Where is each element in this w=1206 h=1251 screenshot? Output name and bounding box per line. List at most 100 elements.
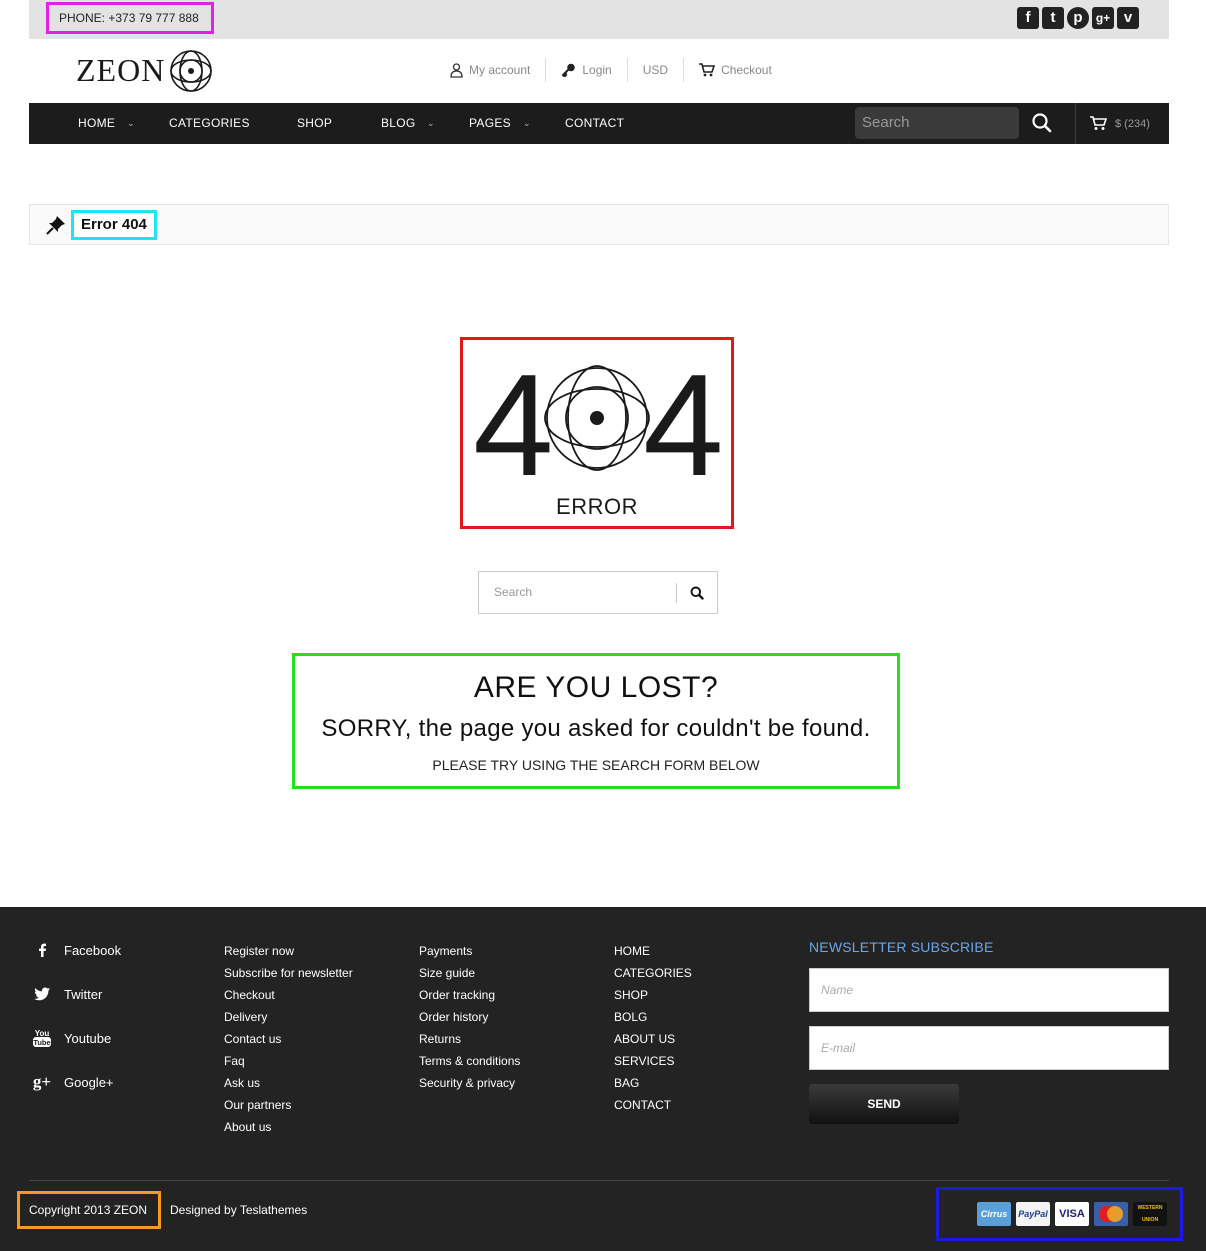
footer-link[interactable]: SHOP bbox=[614, 984, 692, 1006]
cirrus-icon: Cirrus bbox=[977, 1202, 1011, 1226]
lost-subtitle: SORRY, the page you asked for couldn't b… bbox=[321, 715, 871, 742]
top-bar: PHONE: +373 79 777 888 f t p g+ v bbox=[29, 0, 1169, 39]
footer-link[interactable]: SERVICES bbox=[614, 1050, 692, 1072]
nav-cart[interactable]: $ (234) bbox=[1090, 103, 1150, 144]
checkout-label: Checkout bbox=[721, 63, 772, 77]
facebook-icon bbox=[32, 940, 52, 960]
main-nav: HOME ⌄ CATEGORIES SHOP BLOG ⌄ PAGES ⌄ CO… bbox=[29, 103, 1169, 144]
footer-link[interactable]: Security & privacy bbox=[419, 1072, 520, 1094]
footer-link[interactable]: Order history bbox=[419, 1006, 520, 1028]
google-plus-icon[interactable]: g+ bbox=[1092, 7, 1114, 29]
cart-icon bbox=[1090, 116, 1107, 130]
footer-link[interactable]: ABOUT US bbox=[614, 1028, 692, 1050]
footer-link[interactable]: Subscribe for newsletter bbox=[224, 962, 353, 984]
lost-message: ARE YOU LOST? SORRY, the page you asked … bbox=[292, 653, 900, 789]
cart-total: $ (234) bbox=[1115, 117, 1150, 130]
footer-link[interactable]: Our partners bbox=[224, 1094, 353, 1116]
header-links: My account Login USD Checkout bbox=[450, 58, 787, 82]
logo-icon[interactable] bbox=[169, 49, 213, 93]
footer-link[interactable]: CATEGORIES bbox=[614, 962, 692, 984]
svg-text:You: You bbox=[35, 1029, 50, 1038]
footer-col-orders: Payments Size guide Order tracking Order… bbox=[419, 940, 520, 1094]
footer-link[interactable]: Faq bbox=[224, 1050, 353, 1072]
footer-link[interactable]: Register now bbox=[224, 940, 353, 962]
my-account-label: My account bbox=[469, 63, 531, 77]
tumblr-icon[interactable]: t bbox=[1042, 7, 1064, 29]
facebook-icon[interactable]: f bbox=[1017, 7, 1039, 29]
nav-item-blog[interactable]: BLOG bbox=[381, 103, 416, 144]
error-label: ERROR bbox=[556, 494, 638, 519]
search-icon[interactable] bbox=[690, 586, 704, 600]
footer-link[interactable]: Size guide bbox=[419, 962, 520, 984]
footer-social-label: Twitter bbox=[64, 986, 103, 1002]
footer-link[interactable]: HOME bbox=[614, 940, 692, 962]
footer-link[interactable]: Payments bbox=[419, 940, 520, 962]
footer-social-label: Youtube bbox=[64, 1030, 112, 1046]
breadcrumb: Error 404 bbox=[29, 204, 1169, 245]
nav-item-shop[interactable]: SHOP bbox=[297, 103, 332, 144]
checkout-link[interactable]: Checkout bbox=[684, 58, 787, 82]
youtube-icon: You Tube bbox=[32, 1028, 52, 1048]
phone-number: PHONE: +373 79 777 888 bbox=[46, 2, 214, 34]
error-graphic: 4 4 ERROR bbox=[460, 337, 734, 529]
user-icon bbox=[450, 62, 463, 78]
footer-link[interactable]: Order tracking bbox=[419, 984, 520, 1006]
cart-icon bbox=[699, 63, 716, 77]
search-icon[interactable] bbox=[1031, 112, 1053, 134]
nav-item-categories[interactable]: CATEGORIES bbox=[169, 103, 250, 144]
currency-label: USD bbox=[642, 63, 669, 77]
nav-item-pages[interactable]: PAGES bbox=[469, 103, 511, 144]
search-form: Search bbox=[478, 571, 718, 614]
nav-item-contact[interactable]: CONTACT bbox=[565, 103, 624, 144]
newsletter-email-field[interactable]: E-mail bbox=[809, 1026, 1169, 1070]
footer-link[interactable]: BOLG bbox=[614, 1006, 692, 1028]
pinterest-icon[interactable]: p bbox=[1067, 7, 1089, 29]
chevron-down-icon: ⌄ bbox=[427, 118, 435, 128]
vimeo-icon[interactable]: v bbox=[1117, 7, 1139, 29]
chevron-down-icon: ⌄ bbox=[523, 118, 531, 128]
paypal-icon: PayPal bbox=[1016, 1202, 1050, 1226]
mastercard-icon bbox=[1094, 1202, 1128, 1226]
footer-link[interactable]: Contact us bbox=[224, 1028, 353, 1050]
footer-col-menu: HOME CATEGORIES SHOP BOLG ABOUT US SERVI… bbox=[614, 940, 692, 1116]
footer-link[interactable]: Ask us bbox=[224, 1072, 353, 1094]
footer-link[interactable]: Terms & conditions bbox=[419, 1050, 520, 1072]
twitter-icon bbox=[32, 984, 52, 1004]
nav-search-input[interactable]: Search bbox=[855, 107, 1019, 139]
footer-link[interactable]: CONTACT bbox=[614, 1094, 692, 1116]
footer-divider bbox=[29, 1180, 1169, 1181]
login-label: Login bbox=[582, 63, 612, 77]
my-account-link[interactable]: My account bbox=[450, 58, 547, 82]
footer-youtube-link[interactable]: You Tube Youtube bbox=[32, 1028, 111, 1048]
footer-google-plus-link[interactable]: g+ Google+ bbox=[32, 1072, 114, 1092]
login-link[interactable]: Login bbox=[546, 58, 628, 82]
currency-selector[interactable]: USD bbox=[628, 58, 685, 82]
footer-link[interactable]: Returns bbox=[419, 1028, 520, 1050]
copyright: Copyright 2013 ZEON bbox=[17, 1191, 161, 1229]
newsletter-send-button[interactable]: SEND bbox=[809, 1084, 959, 1124]
footer-link[interactable]: Checkout bbox=[224, 984, 353, 1006]
western-union-icon: WESTERN UNION bbox=[1133, 1202, 1167, 1226]
footer-link[interactable]: Delivery bbox=[224, 1006, 353, 1028]
error-digit-right: 4 bbox=[643, 344, 724, 490]
footer-twitter-link[interactable]: Twitter bbox=[32, 984, 102, 1004]
lost-hint: PLEASE TRY USING THE SEARCH FORM BELOW bbox=[432, 757, 760, 773]
chevron-down-icon: ⌄ bbox=[127, 118, 135, 128]
nav-item-home[interactable]: HOME bbox=[78, 103, 115, 144]
footer-col-account: Register now Subscribe for newsletter Ch… bbox=[224, 940, 353, 1138]
search-input[interactable]: Search bbox=[494, 572, 532, 613]
logo-text[interactable]: ZEON bbox=[76, 52, 165, 89]
svg-text:Tube: Tube bbox=[33, 1038, 50, 1047]
lost-title: ARE YOU LOST? bbox=[473, 671, 719, 704]
footer-link[interactable]: About us bbox=[224, 1116, 353, 1138]
designed-by[interactable]: Designed by Teslathemes bbox=[170, 1191, 307, 1229]
payment-methods: Cirrus PayPal VISA WESTERN UNION bbox=[936, 1187, 1183, 1241]
newsletter-name-field[interactable]: Name bbox=[809, 968, 1169, 1012]
pin-icon bbox=[46, 216, 65, 235]
newsletter-title: NEWSLETTER SUBSCRIBE bbox=[809, 939, 994, 955]
error-code-graphic: 4 4 bbox=[473, 344, 724, 490]
footer-facebook-link[interactable]: Facebook bbox=[32, 940, 121, 960]
page: PHONE: +373 79 777 888 f t p g+ v ZEON M… bbox=[0, 0, 1206, 1251]
footer-link[interactable]: BAG bbox=[614, 1072, 692, 1094]
google-plus-icon: g+ bbox=[32, 1072, 52, 1091]
